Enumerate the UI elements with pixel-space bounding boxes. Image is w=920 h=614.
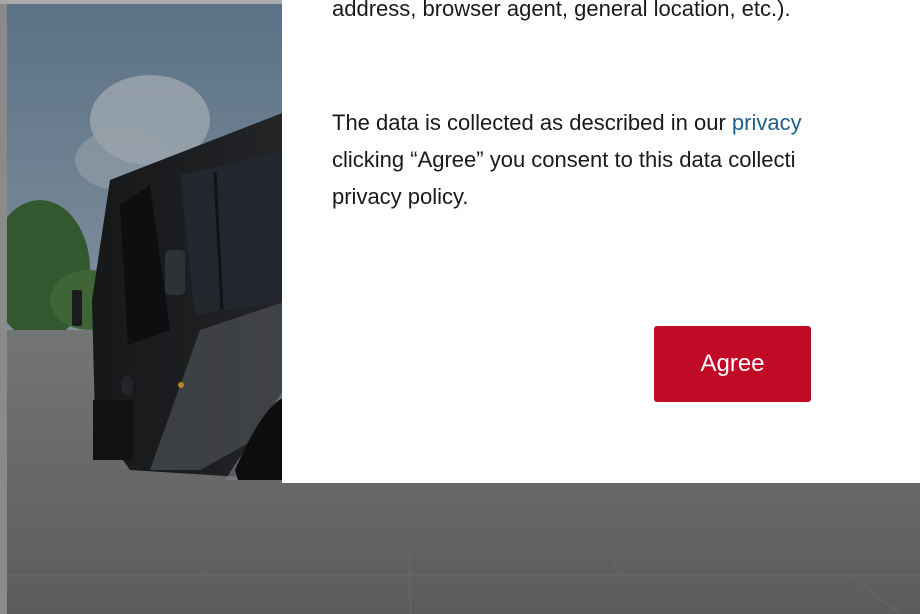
consent-text-data-types: address, browser agent, general location… — [332, 0, 791, 21]
consent-text-privacy: The data is collected as described in ou… — [332, 104, 802, 215]
agree-button[interactable]: Agree — [654, 326, 811, 402]
consent-text-line2: clicking “Agree” you consent to this dat… — [332, 147, 796, 172]
page-edge-top — [0, 0, 282, 4]
consent-text-line1: The data is collected as described in ou… — [332, 110, 732, 135]
privacy-policy-link[interactable]: privacy — [732, 110, 802, 135]
page-edge — [0, 0, 7, 614]
consent-text-line3: privacy policy. — [332, 184, 469, 209]
consent-dialog: address, browser agent, general location… — [282, 0, 920, 483]
